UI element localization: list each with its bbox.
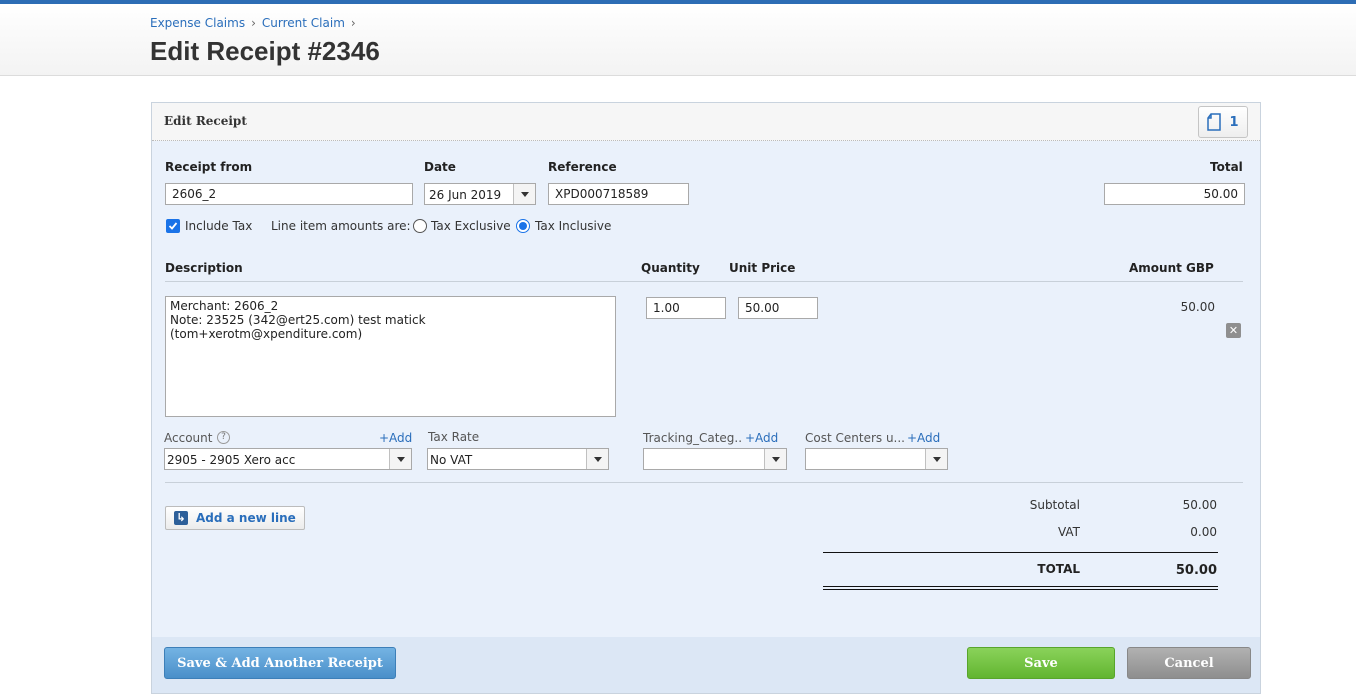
column-quantity: Quantity (641, 261, 700, 275)
line-amounts-label: Line item amounts are: (271, 219, 411, 233)
reference-input[interactable]: XPD000718589 (548, 183, 689, 205)
account-select[interactable]: 2905 - 2905 Xero acc (164, 448, 412, 470)
chevron-down-icon[interactable] (389, 449, 411, 469)
reference-label: Reference (548, 160, 617, 174)
totals-divider (823, 552, 1218, 553)
grand-total-value: 50.00 (1175, 563, 1217, 578)
account-value: 2905 - 2905 Xero acc (167, 453, 296, 467)
column-amount: Amount GBP (1129, 261, 1214, 275)
line-amount-value: 50.00 (1180, 300, 1215, 314)
add-line-icon: ↳ (174, 511, 188, 525)
chevron-down-icon[interactable] (586, 449, 608, 469)
cost-centers-label: Cost Centers u... (805, 431, 905, 445)
column-description: Description (165, 261, 243, 275)
date-value: 26 Jun 2019 (429, 188, 502, 202)
tracking-select[interactable] (643, 448, 787, 470)
cost-centers-add-link[interactable]: +Add (907, 431, 940, 445)
help-icon[interactable]: ? (217, 431, 230, 444)
footer-bar: Save & Add Another Receipt Save Cancel (152, 637, 1260, 693)
account-add-link[interactable]: +Add (379, 431, 412, 445)
cancel-button[interactable]: Cancel (1127, 647, 1251, 679)
unit-price-input[interactable]: 50.00 (738, 297, 818, 319)
panel-header: Edit Receipt 1 (152, 103, 1260, 141)
page-header: Expense Claims › Current Claim › Edit Recei… (0, 4, 1356, 76)
column-unit-price: Unit Price (729, 261, 796, 275)
tax-exclusive-label: Tax Exclusive (431, 219, 511, 233)
save-add-another-button[interactable]: Save & Add Another Receipt (164, 647, 396, 679)
chevron-down-icon[interactable] (513, 184, 535, 204)
checkmark-icon (168, 222, 178, 230)
page-title: Edit Receipt #2346 (150, 36, 380, 66)
quantity-input[interactable]: 1.00 (646, 297, 726, 319)
attachments-button[interactable]: 1 (1198, 106, 1248, 138)
attachments-count: 1 (1229, 114, 1239, 130)
breadcrumb-separator: › (350, 16, 356, 30)
document-icon (1207, 113, 1222, 131)
tax-rate-value: No VAT (430, 453, 473, 467)
add-line-label: Add a new line (196, 511, 296, 525)
totals-double-divider (823, 586, 1218, 590)
vat-value: 0.00 (1190, 525, 1217, 539)
chevron-down-icon[interactable] (764, 449, 786, 469)
cost-centers-select[interactable] (805, 448, 948, 470)
breadcrumb-expense-claims[interactable]: Expense Claims (150, 16, 245, 30)
tax-inclusive-label: Tax Inclusive (535, 219, 612, 233)
column-divider (165, 281, 1243, 282)
delete-line-icon[interactable]: ✕ (1226, 323, 1241, 338)
include-tax-checkbox[interactable] (166, 219, 180, 233)
subtotal-label: Subtotal (1029, 498, 1080, 512)
grand-total-label: TOTAL (1037, 562, 1080, 576)
receipt-from-input[interactable]: 2606_2 (165, 183, 413, 205)
breadcrumb: Expense Claims › Current Claim › (150, 16, 362, 30)
breadcrumb-current-claim[interactable]: Current Claim (262, 16, 345, 30)
edit-receipt-panel: Edit Receipt 1 Receipt from 2606_2 Date … (151, 102, 1261, 694)
save-button[interactable]: Save (967, 647, 1115, 679)
tax-rate-select[interactable]: No VAT (427, 448, 609, 470)
line-divider (165, 482, 1243, 483)
date-picker[interactable]: 26 Jun 2019 (424, 183, 536, 205)
tax-inclusive-radio[interactable] (516, 219, 530, 233)
chevron-down-icon[interactable] (925, 449, 947, 469)
subtotal-value: 50.00 (1182, 498, 1217, 512)
tracking-add-link[interactable]: +Add (745, 431, 778, 445)
tracking-label: Tracking_Categ.. (643, 431, 743, 445)
panel-title: Edit Receipt (164, 114, 247, 128)
include-tax-label: Include Tax (185, 219, 253, 233)
receipt-from-label: Receipt from (165, 160, 253, 174)
tax-rate-label: Tax Rate (428, 430, 480, 444)
add-line-button[interactable]: ↳ Add a new line (165, 506, 305, 530)
line-description-textarea[interactable]: Merchant: 2606_2 Note: 23525 (342@ert25.… (165, 296, 616, 417)
account-label: Account (164, 431, 213, 445)
tax-exclusive-radio[interactable] (413, 219, 427, 233)
breadcrumb-separator: › (251, 16, 256, 30)
vat-label: VAT (1057, 525, 1080, 539)
total-label: Total (1210, 160, 1243, 174)
date-label: Date (424, 160, 456, 174)
total-input[interactable]: 50.00 (1104, 183, 1245, 205)
